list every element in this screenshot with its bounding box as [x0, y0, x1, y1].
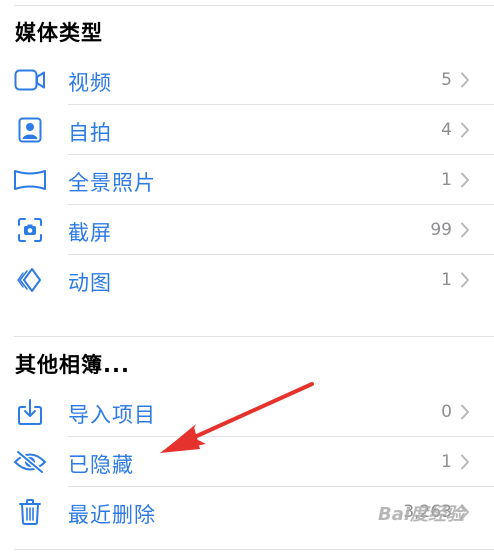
album-count: 1	[441, 270, 452, 290]
other-albums-heading: 其他相簿...	[15, 353, 130, 377]
selfie-portrait-icon	[12, 114, 48, 146]
chevron-right-icon	[460, 222, 470, 238]
album-count: 99	[430, 220, 452, 240]
album-label: 最近删除	[68, 503, 156, 527]
chevron-right-icon	[460, 404, 470, 420]
top-divider	[14, 5, 494, 6]
album-count: 4	[441, 120, 452, 140]
album-count: 1	[441, 170, 452, 190]
chevron-right-icon	[460, 72, 470, 88]
trash-icon	[12, 496, 48, 528]
media-types-heading: 媒体类型	[15, 21, 103, 45]
album-row-hidden[interactable]: 已隐藏 1	[0, 437, 494, 487]
album-label: 全景照片	[68, 171, 156, 195]
album-row-imports[interactable]: 导入项目 0	[0, 387, 494, 437]
album-count: 0	[441, 402, 452, 422]
chevron-right-icon	[460, 454, 470, 470]
album-row-screenshots[interactable]: 截屏 99	[0, 205, 494, 255]
album-label: 已隐藏	[68, 453, 134, 477]
album-row-selfie[interactable]: 自拍 4	[0, 105, 494, 155]
panorama-icon	[12, 164, 48, 196]
chevron-right-icon	[460, 272, 470, 288]
screenshot-icon	[12, 214, 48, 246]
section-divider	[14, 336, 494, 337]
video-icon	[12, 64, 48, 96]
album-row-video[interactable]: 视频 5	[0, 55, 494, 105]
album-label: 自拍	[68, 121, 112, 145]
album-row-animated[interactable]: 动图 1	[0, 255, 494, 305]
hidden-eye-slash-icon	[12, 446, 48, 478]
import-icon	[12, 396, 48, 428]
chevron-right-icon	[460, 122, 470, 138]
album-label: 动图	[68, 271, 112, 295]
live-photo-layers-icon	[12, 264, 48, 296]
album-count: 1	[441, 452, 452, 472]
album-row-panorama[interactable]: 全景照片 1	[0, 155, 494, 205]
album-label: 导入项目	[68, 403, 156, 427]
album-label: 截屏	[68, 221, 112, 245]
watermark-logo: Bai度经验	[378, 504, 465, 525]
bottom-divider	[14, 549, 494, 550]
chevron-right-icon	[460, 172, 470, 188]
album-label: 视频	[68, 71, 112, 95]
album-count: 5	[441, 70, 452, 90]
